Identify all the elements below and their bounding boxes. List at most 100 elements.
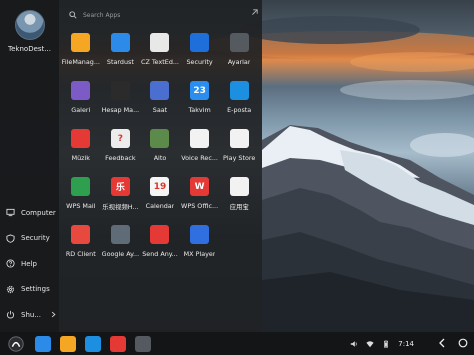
app-calendar[interactable]: 23 Takvim bbox=[180, 78, 220, 126]
taskbar-gear-icon[interactable] bbox=[135, 335, 151, 352]
app-wps-mail[interactable]: WPS Mail bbox=[61, 174, 101, 222]
app-gallery[interactable]: Galeri bbox=[61, 78, 101, 126]
volume-icon[interactable] bbox=[350, 340, 358, 348]
app-label: E-posta bbox=[227, 106, 252, 114]
app-shield[interactable]: Security bbox=[180, 30, 220, 78]
rail-list: Computer Security Help Settings Shu... bbox=[0, 200, 59, 328]
feedback-icon: ? bbox=[110, 129, 130, 148]
app-mx-player[interactable]: MX Player bbox=[180, 222, 220, 270]
computer-icon bbox=[6, 209, 15, 217]
start-logo-icon bbox=[8, 335, 24, 352]
text-editor-icon bbox=[150, 33, 170, 52]
app-label: Play Store bbox=[223, 154, 256, 162]
gallery-icon bbox=[71, 81, 91, 100]
folder-icon bbox=[71, 33, 91, 52]
app-drawer: FileManag... Stardust CZ TextEd... Security… bbox=[59, 0, 262, 332]
app-wps-office[interactable]: W WPS Offic... bbox=[180, 174, 220, 222]
app-clock[interactable]: Saat bbox=[140, 78, 180, 126]
voice-recorder-icon bbox=[190, 129, 210, 148]
mx-player-icon bbox=[190, 225, 210, 244]
app-letv-video[interactable]: 乐乐视视频H... bbox=[101, 174, 141, 222]
app-feedback[interactable]: ? Feedback bbox=[101, 126, 141, 174]
rail-label-security: Security bbox=[21, 234, 50, 243]
app-send-anywhere[interactable]: Send Any... bbox=[140, 222, 180, 270]
app-label: Calendar bbox=[145, 202, 175, 210]
app-label: Voice Rec... bbox=[181, 154, 218, 162]
app-label: WPS Offic... bbox=[181, 202, 219, 210]
chevron-right-icon[interactable] bbox=[50, 311, 57, 318]
taskbar-wps-office-icon[interactable] bbox=[110, 335, 126, 352]
app-label: MX Player bbox=[183, 250, 216, 258]
app-folder[interactable]: FileManag... bbox=[61, 30, 101, 78]
alto-game-icon bbox=[150, 129, 170, 148]
rail-item-computer[interactable]: Computer bbox=[0, 200, 59, 226]
app-label: Galeri bbox=[71, 106, 91, 114]
app-music[interactable]: Müzik bbox=[61, 126, 101, 174]
app-mail[interactable]: E-posta bbox=[219, 78, 259, 126]
app-voice-recorder[interactable]: Voice Rec... bbox=[180, 126, 220, 174]
app-alto-game[interactable]: Alto bbox=[140, 126, 180, 174]
app-label: Security bbox=[186, 58, 213, 66]
app-calendar-19[interactable]: 19 Calendar bbox=[140, 174, 180, 222]
remote-desktop-icon bbox=[71, 225, 91, 244]
wifi-icon[interactable] bbox=[366, 340, 374, 348]
help-icon bbox=[6, 259, 15, 268]
app-label: RD Client bbox=[65, 250, 96, 258]
back-button-icon[interactable] bbox=[437, 338, 447, 348]
search-bar[interactable] bbox=[69, 8, 259, 22]
app-label: 乐视视频H... bbox=[102, 203, 139, 211]
rail-item-settings[interactable]: Settings bbox=[0, 277, 59, 303]
app-label: CZ TextEd... bbox=[140, 58, 179, 66]
app-label: FileManag... bbox=[61, 58, 100, 66]
home-button-icon[interactable] bbox=[458, 338, 468, 348]
taskbar-mail-icon[interactable] bbox=[85, 335, 101, 352]
app-gear[interactable]: Ayarlar bbox=[219, 30, 259, 78]
app-label: Google Ay... bbox=[101, 250, 140, 258]
app-label: 应用宝 bbox=[229, 203, 249, 211]
rail-item-shutdown[interactable]: Shu... bbox=[0, 302, 59, 328]
app-text-editor[interactable]: CZ TextEd... bbox=[140, 30, 180, 78]
app-label: Takvim bbox=[188, 106, 211, 114]
shield-outline-icon bbox=[6, 234, 15, 243]
search-input[interactable] bbox=[83, 11, 233, 19]
rail-label-computer: Computer bbox=[21, 208, 56, 217]
app-calculator[interactable]: Hesap Ma... bbox=[101, 78, 141, 126]
app-label: Feedback bbox=[105, 154, 136, 162]
app-label: Hesap Ma... bbox=[101, 106, 140, 114]
power-icon bbox=[6, 311, 15, 319]
letv-video-icon: 乐 bbox=[110, 177, 130, 196]
wps-mail-icon bbox=[71, 177, 91, 196]
app-app-store-cn[interactable]: 应用宝 bbox=[219, 174, 259, 222]
app-stardust-globe[interactable]: Stardust bbox=[101, 30, 141, 78]
shield-icon bbox=[190, 33, 210, 52]
app-label: Stardust bbox=[106, 58, 134, 66]
app-grid: FileManag... Stardust CZ TextEd... Security… bbox=[61, 30, 259, 270]
battery-icon[interactable] bbox=[382, 340, 390, 348]
system-tray: 7:14 bbox=[350, 332, 414, 355]
taskbar-stardust-globe-icon[interactable] bbox=[35, 335, 51, 352]
stardust-globe-icon bbox=[110, 33, 130, 52]
app-label: Ayarlar bbox=[227, 58, 251, 66]
avatar[interactable] bbox=[14, 10, 45, 40]
app-google-settings[interactable]: Google Ay... bbox=[101, 222, 141, 270]
calendar-19-icon: 19 bbox=[150, 177, 170, 196]
taskbar-folder-icon[interactable] bbox=[60, 335, 76, 352]
app-store-cn-icon bbox=[229, 177, 249, 196]
app-remote-desktop[interactable]: RD Client bbox=[61, 222, 101, 270]
rail-label-help: Help bbox=[21, 259, 37, 268]
user-profile[interactable]: TeknoDest... bbox=[0, 10, 59, 53]
start-button[interactable] bbox=[6, 334, 26, 354]
app-label: Saat bbox=[152, 106, 168, 114]
taskbar-apps bbox=[26, 335, 151, 352]
clock[interactable]: 7:14 bbox=[398, 340, 414, 348]
music-icon bbox=[71, 129, 91, 148]
username-label: TeknoDest... bbox=[8, 45, 51, 53]
gear-icon bbox=[229, 33, 249, 52]
send-anywhere-icon bbox=[150, 225, 170, 244]
rail-item-help[interactable]: Help bbox=[0, 251, 59, 277]
app-play-store[interactable]: Play Store bbox=[219, 126, 259, 174]
rail-item-security[interactable]: Security bbox=[0, 226, 59, 252]
app-label: Müzik bbox=[71, 154, 90, 162]
calendar-icon: 23 bbox=[190, 81, 210, 100]
expand-icon[interactable] bbox=[250, 9, 258, 17]
